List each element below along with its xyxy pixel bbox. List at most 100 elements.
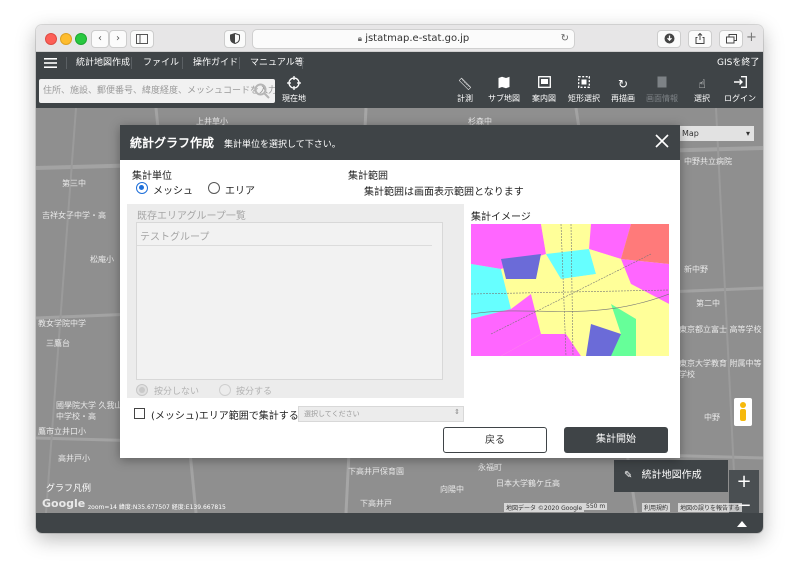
radio-split-no[interactable] [136, 384, 148, 396]
map-label: 東京大学教育 附属中等学校 [679, 359, 762, 379]
current-location-button[interactable]: 現在地 [282, 76, 306, 104]
google-logo: Google [42, 497, 86, 510]
list-item[interactable]: テストグループ [137, 223, 432, 246]
range-description: 集計範囲は画面表示範囲となります [364, 187, 524, 198]
ruler-icon: 📏︎ [457, 77, 473, 91]
minimize-window-button[interactable] [60, 33, 72, 45]
menu-divider [66, 57, 67, 69]
menu-item-guide[interactable]: 操作ガイド [193, 52, 238, 74]
dialog-title: 統計グラフ作成 [130, 136, 215, 150]
map-label: 鷹市立井口小 [38, 427, 86, 436]
screen-info-label: 画面情報 [646, 94, 678, 103]
create-map-label: 統計地図作成 [641, 470, 702, 481]
measure-button[interactable]: 📏︎ 計測 [454, 76, 476, 104]
image-label: 集計イメージ [471, 212, 531, 223]
graph-legend-label[interactable]: グラフ凡例 [46, 481, 91, 494]
radio-area-label[interactable]: エリア [225, 182, 255, 197]
location-search-input[interactable]: 住所、施設、郵便番号、緯度経度、メッシュコードを入力 [39, 79, 275, 103]
map-label: 中野 [704, 413, 720, 422]
area-group-panel: 既存エリアグループ一覧 テストグループ 按分しない 按分する [127, 204, 464, 398]
menu-item-map-create[interactable]: 統計地図作成 [76, 52, 130, 74]
sub-map-button[interactable]: サブ地図 [486, 76, 522, 104]
sub-map-label: サブ地図 [488, 94, 520, 103]
terms-link[interactable]: 利用規約 [642, 503, 671, 512]
map-type-select[interactable]: Map ▾ [679, 126, 754, 141]
close-window-button[interactable] [45, 33, 57, 45]
rect-select-button[interactable]: 矩形選択 [567, 76, 601, 104]
guide-map-icon [530, 76, 558, 92]
range-label: 集計範囲 [348, 171, 388, 182]
radio-mesh[interactable] [136, 182, 148, 194]
map-label: 松庵小 [90, 255, 114, 264]
exit-gis-button[interactable]: GISを終了 [717, 52, 759, 74]
redraw-button[interactable]: ↻ 再描画 [610, 76, 636, 104]
zoom-window-button[interactable] [75, 33, 87, 45]
menu-divider [302, 57, 303, 69]
radio-mesh-label[interactable]: メッシュ [153, 182, 193, 197]
stat-graph-dialog: 統計グラフ作成 集計単位を選択して下さい。 集計単位 メッシュ エリア 集計範囲… [120, 125, 680, 458]
current-location-label: 現在地 [282, 94, 306, 103]
dialog-header: 統計グラフ作成 集計単位を選択して下さい。 [120, 125, 680, 160]
create-map-floating-button[interactable]: ✎ 統計地図作成 [614, 460, 728, 492]
close-icon[interactable] [655, 134, 669, 151]
map-label: 國學院大学 久我山中学校・高 [56, 401, 123, 421]
pencil-icon: ✎ [624, 470, 633, 481]
sidebar-toggle-icon[interactable] [130, 30, 154, 48]
street-view-pegman-icon[interactable] [734, 398, 752, 426]
menu-item-manual[interactable]: マニュアル等 [250, 52, 304, 74]
screen-info-button[interactable]: 画面情報 [645, 76, 679, 104]
reload-icon[interactable]: ↻ [561, 30, 569, 48]
guide-map-label: 案内図 [532, 94, 556, 103]
menu-divider [131, 57, 132, 69]
back-dialog-button[interactable]: 戻る [443, 427, 547, 453]
login-label: ログイン [724, 94, 756, 103]
browser-window: ‹ › 🔒︎ jstatmap.e-stat.go.jp ↻ + 統計地図作成 [36, 25, 763, 533]
group-item-label: テストグループ [140, 232, 210, 243]
crosshair-icon [282, 76, 306, 92]
map-label: 三鷹台 [46, 339, 70, 348]
privacy-shield-icon[interactable] [224, 30, 246, 48]
radio-split-yes[interactable] [219, 384, 231, 396]
back-button-label: 戻る [485, 435, 505, 446]
map-label: 東京都立富士 高等学校 [679, 325, 762, 334]
map-label: 日本大学鶴ケ丘高 [496, 479, 560, 488]
map-label: 新中野 [684, 265, 708, 274]
lock-icon: 🔒︎ [357, 34, 362, 43]
radio-area[interactable] [208, 182, 220, 194]
rect-select-icon [567, 76, 601, 92]
area-range-checkbox[interactable] [134, 408, 145, 419]
hamburger-menu-icon[interactable] [44, 58, 57, 71]
share-icon[interactable] [688, 30, 712, 48]
new-tab-button[interactable]: + [746, 30, 757, 45]
start-aggregation-button[interactable]: 集計開始 [564, 427, 668, 453]
back-button[interactable]: ‹ [91, 30, 109, 48]
pointer-hand-icon: ☝︎ [698, 77, 706, 91]
menu-item-file[interactable]: ファイル [143, 52, 179, 74]
unit-label: 集計単位 [132, 171, 172, 182]
map-type-value: Map [682, 129, 699, 138]
area-range-checkbox-label[interactable]: (メッシュ)エリア範囲で集計する [151, 407, 299, 422]
group-list[interactable]: テストグループ [136, 222, 443, 380]
address-text: jstatmap.e-stat.go.jp [365, 33, 470, 44]
map-label: 第三中 [62, 179, 86, 188]
zoom-in-button[interactable]: + [729, 470, 759, 494]
tabs-overview-icon[interactable] [719, 30, 743, 48]
map-toolbar: 住所、施設、郵便番号、緯度経度、メッシュコードを入力 現在地 📏︎ 計測 サブ地… [36, 74, 763, 108]
map-label: 吉祥女子中学・高 [42, 211, 106, 220]
group-select[interactable]: 選択してください ⇕ [298, 406, 464, 422]
split-yes-label: 按分する [236, 387, 273, 397]
forward-button[interactable]: › [109, 30, 127, 48]
select-button[interactable]: ☝︎ 選択 [691, 76, 713, 104]
map-label: 中野共立病院 [684, 157, 732, 166]
group-list-label: 既存エリアグループ一覧 [137, 211, 246, 222]
group-select-value: 選択してください [304, 410, 360, 418]
bottom-bar [36, 513, 763, 533]
downloads-icon[interactable] [657, 30, 681, 48]
search-icon[interactable] [254, 83, 270, 102]
dialog-subtitle: 集計単位を選択して下さい。 [224, 140, 341, 150]
address-bar[interactable]: 🔒︎ jstatmap.e-stat.go.jp ↻ [252, 29, 575, 49]
guide-map-button[interactable]: 案内図 [530, 76, 558, 104]
expand-up-icon[interactable] [737, 518, 747, 531]
login-button[interactable]: ログイン [724, 76, 756, 104]
report-error-link[interactable]: 地図の誤りを報告する [678, 503, 743, 512]
